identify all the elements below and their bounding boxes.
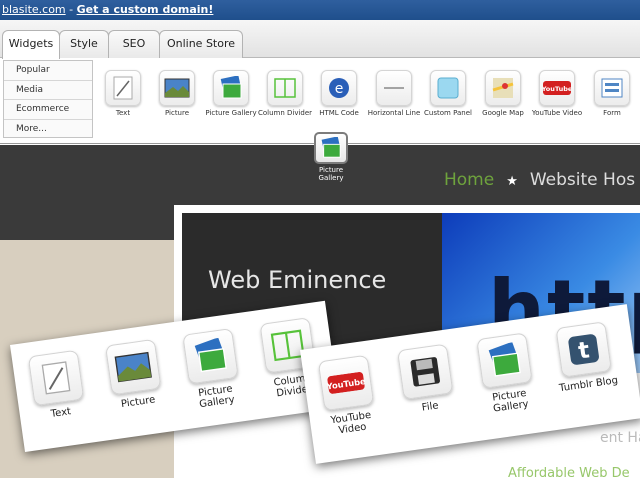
site-brand-title: Web Eminence	[208, 266, 387, 294]
youtube-icon: YouTube	[317, 354, 375, 412]
text-icon	[27, 349, 85, 407]
zoom-widget-label: Picture	[120, 394, 156, 411]
nav-home-link[interactable]: Home	[444, 170, 494, 190]
nav-star-separator: ★	[506, 174, 518, 189]
widget-youtube-video[interactable]: YouTube YouTube Video	[529, 70, 585, 117]
form-icon	[594, 70, 630, 106]
zoom-widget-label: Picture Gallery	[491, 387, 530, 415]
widget-custom-panel[interactable]: Custom Panel	[420, 70, 476, 117]
widget-horizontal-line[interactable]: Horizontal Line	[366, 70, 422, 117]
youtube-icon-glyph: YouTube	[543, 85, 571, 93]
widget-label: YouTube Video	[531, 109, 583, 117]
widget-form[interactable]: Form	[584, 70, 640, 117]
zoom-widget-tumblr-blog[interactable]: t Tumblr Blog	[546, 320, 625, 395]
picture-gallery-icon	[213, 70, 249, 106]
site-affordable-heading: Affordable Web De	[508, 466, 630, 478]
category-media[interactable]: Media	[4, 81, 92, 100]
html-icon-glyph: e	[335, 81, 344, 97]
tab-widgets[interactable]: Widgets	[2, 30, 60, 59]
tumblr-icon: t	[555, 321, 612, 378]
zoom-widget-label: YouTube Video	[330, 409, 372, 437]
picture-icon	[159, 70, 195, 106]
dragging-widget-label: Picture Gallery	[318, 166, 344, 182]
editor-tab-bar: Widgets Style SEO Online Store	[0, 20, 640, 59]
dragging-widget[interactable]: Picture Gallery	[312, 132, 350, 182]
tab-online-store[interactable]: Online Store	[159, 30, 243, 58]
custom-panel-icon	[430, 70, 466, 106]
zoom-widget-label: Text	[50, 406, 72, 420]
zoom-widget-text[interactable]: Text	[18, 348, 97, 423]
widget-label: Picture	[164, 109, 190, 117]
topbar-separator: -	[65, 3, 77, 16]
widget-label: HTML Code	[319, 109, 359, 117]
picture-icon	[105, 338, 162, 396]
file-floppy-icon	[397, 343, 454, 401]
zoom-widget-picture[interactable]: Picture	[95, 337, 174, 412]
site-nav: Home ★ Website Hos	[444, 170, 635, 190]
widget-html-code[interactable]: e HTML Code	[311, 70, 367, 117]
tab-seo[interactable]: SEO	[108, 30, 160, 58]
category-ecommerce[interactable]: Ecommerce	[4, 100, 92, 120]
html-code-icon: e	[321, 70, 357, 106]
custom-domain-link[interactable]: Get a custom domain!	[77, 3, 214, 16]
picture-gallery-icon	[182, 327, 239, 385]
widget-label: Column Divider	[257, 109, 313, 117]
zoom-widget-file[interactable]: File	[387, 342, 466, 417]
widget-label: Custom Panel	[424, 109, 472, 117]
widget-label: Google Map	[482, 109, 524, 117]
picture-gallery-icon	[476, 332, 533, 389]
zoom-widget-label: Picture Gallery	[197, 383, 236, 411]
screen: blasite.com - Get a custom domain! Widge…	[0, 0, 640, 478]
picture-gallery-icon	[314, 132, 348, 164]
column-divider-icon	[267, 70, 303, 106]
zoom-widget-picture-gallery[interactable]: Picture Gallery	[466, 331, 546, 417]
widget-label: Picture Gallery	[205, 109, 257, 117]
widget-column-divider[interactable]: Column Divider	[257, 70, 313, 117]
category-more[interactable]: More...	[4, 120, 92, 140]
widget-category-list: Popular Media Ecommerce More...	[3, 60, 93, 138]
zoom-widget-youtube-video[interactable]: YouTube YouTube Video	[308, 353, 388, 439]
google-map-icon	[485, 70, 521, 106]
zoom-widget-label: Tumblr Blog	[558, 375, 619, 395]
site-link[interactable]: blasite.com	[2, 3, 66, 16]
widget-label: Text	[115, 109, 131, 117]
horizontal-line-icon	[376, 70, 412, 106]
nav-website-hosting-link[interactable]: Website Hos	[530, 170, 635, 190]
youtube-icon: YouTube	[539, 70, 575, 106]
zoom-widget-picture-gallery[interactable]: Picture Gallery	[172, 327, 252, 413]
widget-text[interactable]: Text	[95, 70, 151, 117]
site-partial-heading: ent Ha	[600, 430, 640, 446]
top-bar: blasite.com - Get a custom domain!	[0, 0, 640, 20]
text-icon	[105, 70, 141, 106]
zoom-widget-label: File	[421, 400, 440, 414]
widget-label: Form	[603, 109, 621, 117]
widget-label: Horizontal Line	[367, 109, 421, 117]
widget-picture-gallery[interactable]: Picture Gallery	[203, 70, 259, 117]
widget-google-map[interactable]: Google Map	[475, 70, 531, 117]
tab-style[interactable]: Style	[59, 30, 109, 58]
widget-picture[interactable]: Picture	[149, 70, 205, 117]
category-popular[interactable]: Popular	[4, 61, 92, 81]
